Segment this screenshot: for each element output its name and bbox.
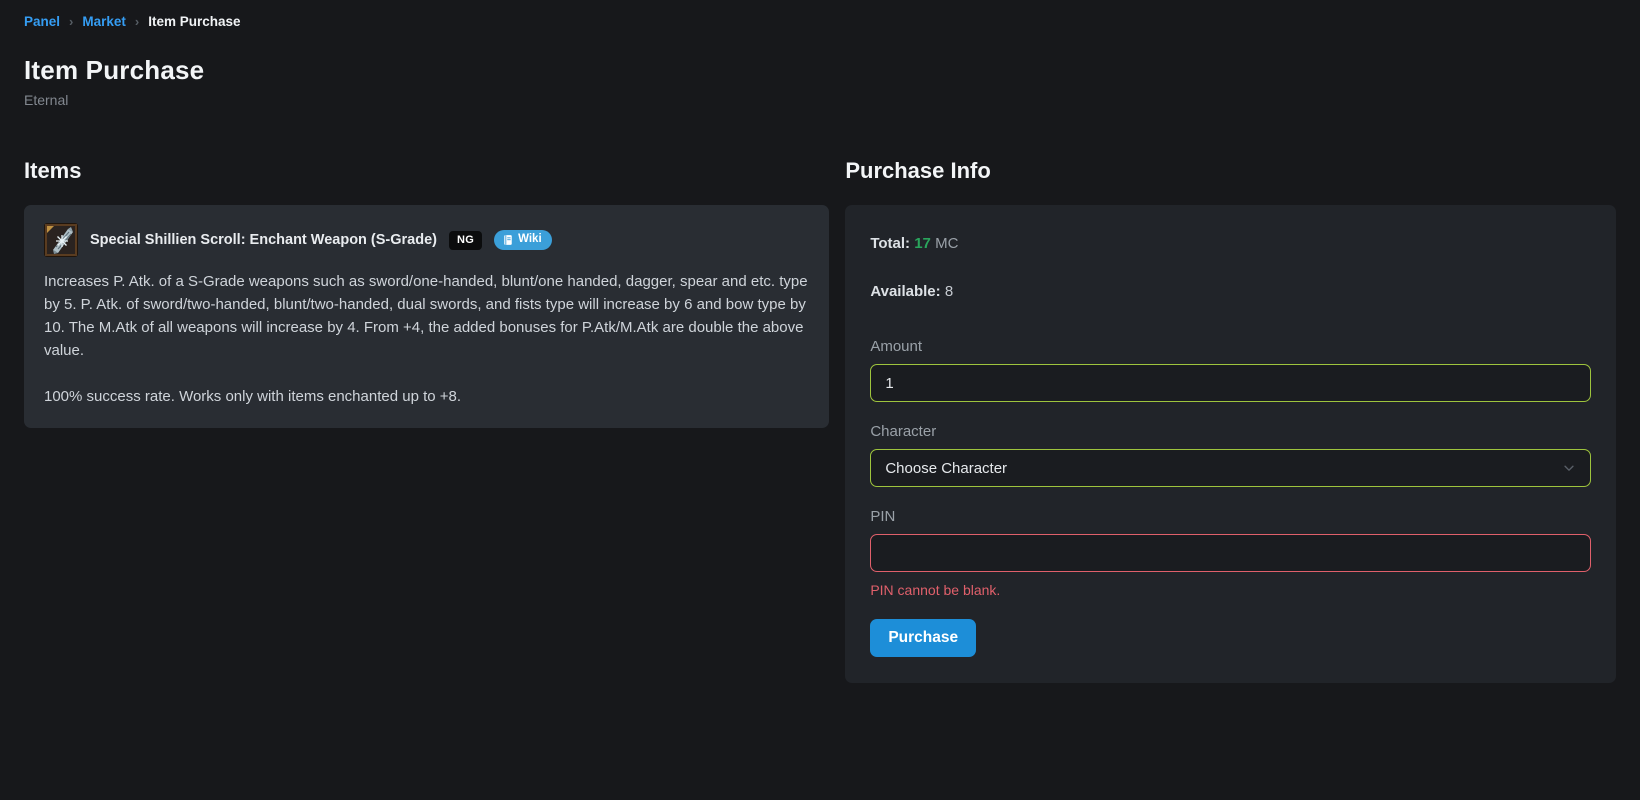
amount-label: Amount: [870, 338, 1591, 355]
breadcrumb-link-panel[interactable]: Panel: [24, 14, 60, 29]
book-icon: [502, 234, 514, 246]
character-select-value: Choose Character: [885, 460, 1007, 477]
purchase-heading: Purchase Info: [845, 158, 1616, 184]
pin-error-message: PIN cannot be blank.: [870, 582, 1591, 598]
item-success-note: 100% success rate. Works only with items…: [44, 385, 809, 408]
item-name: Special Shillien Scroll: Enchant Weapon …: [90, 232, 437, 248]
items-section: Items: [24, 158, 829, 683]
pin-label: PIN: [870, 508, 1591, 525]
breadcrumb: Panel › Market › Item Purchase: [24, 14, 1616, 29]
chevron-down-icon: [1562, 461, 1576, 475]
character-select[interactable]: Choose Character: [870, 449, 1591, 487]
breadcrumb-link-market[interactable]: Market: [82, 14, 126, 29]
content-columns: Items: [24, 158, 1616, 683]
available-value: 8: [945, 283, 953, 300]
wiki-badge-label: Wiki: [518, 234, 542, 246]
breadcrumb-current-page: Item Purchase: [148, 14, 240, 29]
character-label: Character: [870, 423, 1591, 440]
breadcrumb-separator-icon: ›: [69, 14, 73, 29]
enchant-scroll-icon: [44, 223, 78, 257]
item-header: Special Shillien Scroll: Enchant Weapon …: [44, 223, 809, 257]
total-label: Total:: [870, 235, 910, 252]
grade-badge: NG: [449, 231, 482, 250]
item-description: Increases P. Atk. of a S-Grade weapons s…: [44, 270, 809, 362]
purchase-card: Total: 17 MC Available: 8 Amount Charact…: [845, 205, 1616, 683]
purchase-section: Purchase Info Total: 17 MC Available: 8 …: [845, 158, 1616, 683]
total-value: 17: [914, 235, 931, 252]
page: Panel › Market › Item Purchase Item Purc…: [0, 0, 1640, 683]
item-card: Special Shillien Scroll: Enchant Weapon …: [24, 205, 829, 428]
total-currency: MC: [935, 235, 958, 252]
items-heading: Items: [24, 158, 829, 184]
total-row: Total: 17 MC: [870, 235, 1591, 253]
amount-input[interactable]: [870, 364, 1591, 402]
pin-input[interactable]: [870, 534, 1591, 572]
breadcrumb-separator-icon: ›: [135, 14, 139, 29]
wiki-badge-button[interactable]: Wiki: [494, 230, 552, 250]
available-row: Available: 8: [870, 283, 1591, 301]
page-title: Item Purchase: [24, 55, 1616, 86]
available-label: Available:: [870, 283, 940, 300]
purchase-button[interactable]: Purchase: [870, 619, 976, 657]
page-subtitle: Eternal: [24, 92, 1616, 108]
